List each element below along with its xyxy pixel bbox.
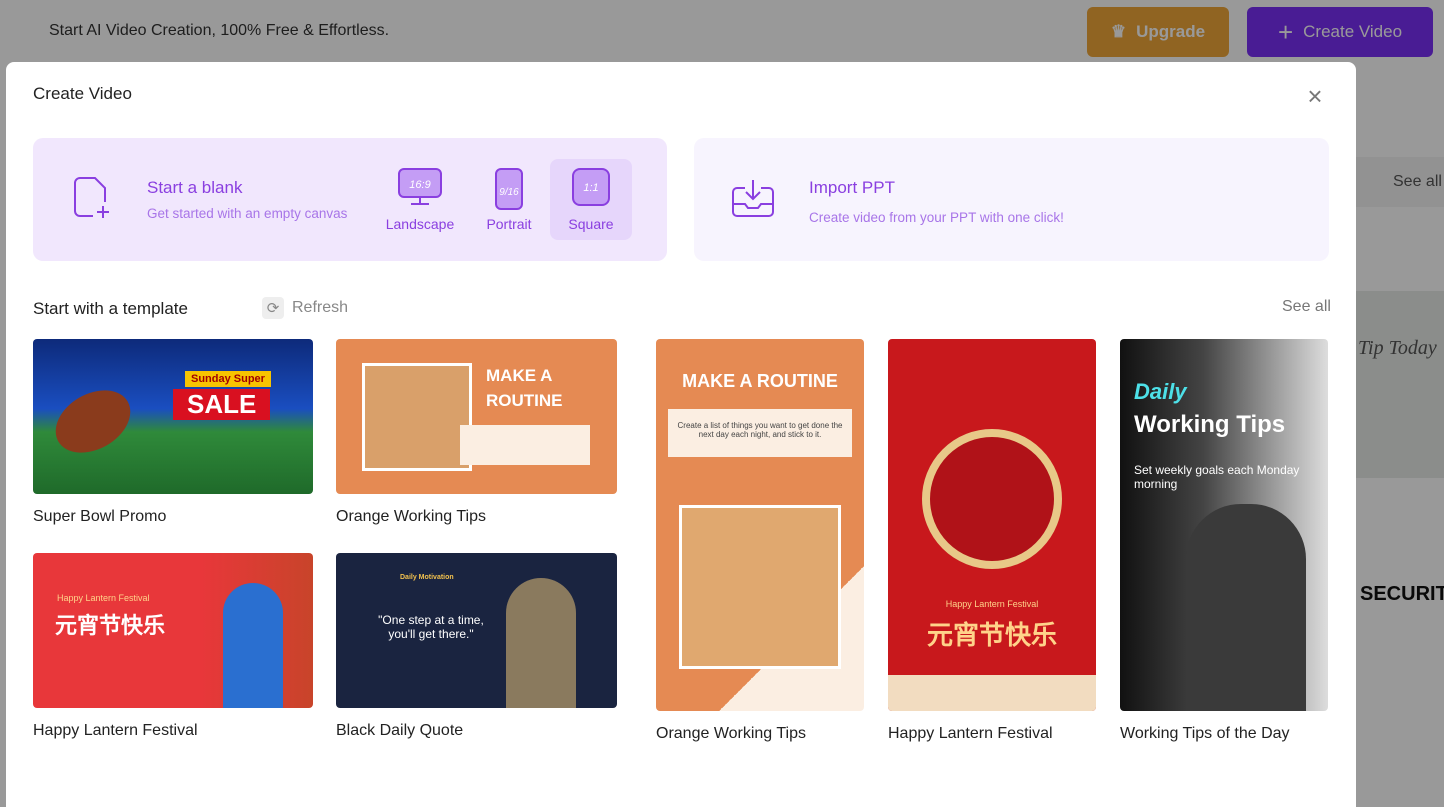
thumb-sub: Create a list of things you want to get … (668, 409, 852, 457)
template-name: Orange Working Tips (336, 508, 486, 525)
template-card[interactable]: Sunday Super SALE Super Bowl Promo (33, 339, 313, 526)
create-video-modal: Create Video × Start a blank Get started… (6, 62, 1356, 807)
template-card[interactable]: Daily Motivation "One step at a time, yo… (336, 553, 617, 740)
svg-text:9/16: 9/16 (499, 187, 519, 198)
template-card[interactable]: Happy Lantern Festival 元宵节快乐 Happy Lante… (33, 553, 313, 740)
template-name: Happy Lantern Festival (33, 722, 198, 739)
ratio-landscape[interactable]: 16:9 Landscape (379, 159, 461, 240)
thumb-sub: Happy Lantern Festival (57, 593, 150, 603)
ratio-square-label: Square (568, 216, 614, 232)
template-name: Working Tips of the Day (1120, 725, 1290, 742)
ratio-portrait-label: Portrait (486, 216, 532, 232)
see-all-link[interactable]: See all (1282, 298, 1331, 316)
svg-text:16:9: 16:9 (409, 179, 430, 191)
thumb-headline: MAKE A ROUTINE (486, 366, 563, 410)
template-name: Happy Lantern Festival (888, 725, 1053, 742)
import-ppt-card[interactable]: Import PPT Create video from your PPT wi… (694, 138, 1329, 261)
svg-text:1:1: 1:1 (583, 182, 598, 194)
thumb-sub: Set weekly goals each Monday morning (1134, 463, 1300, 491)
template-card[interactable]: Daily Working Tips Set weekly goals each… (1120, 339, 1328, 743)
template-thumbnail: Sunday Super SALE (33, 339, 313, 494)
import-ppt-title: Import PPT (809, 178, 895, 197)
close-icon[interactable]: × (1304, 83, 1326, 109)
new-file-icon (74, 177, 109, 218)
thumb-sub: Happy Lantern Festival (945, 599, 1039, 609)
template-thumbnail: Happy Lantern Festival 元宵节快乐 (33, 553, 313, 708)
phone-icon: 9/16 (495, 168, 523, 210)
template-thumbnail: Happy Lantern Festival 元宵节快乐 (888, 339, 1096, 711)
thumb-headline: 元宵节快乐 (926, 620, 1057, 650)
thumb-script: Daily (1134, 379, 1187, 404)
template-thumbnail: MAKE A ROUTINE (336, 339, 617, 494)
thumb-sub: Daily Motivation (400, 574, 454, 581)
ratio-portrait[interactable]: 9/16 Portrait (468, 159, 550, 240)
start-blank-card[interactable]: Start a blank Get started with an empty … (33, 138, 667, 261)
thumb-headline: SALE (173, 389, 271, 420)
templates-heading: Start with a template (33, 299, 188, 318)
refresh-icon: ⟳ (262, 297, 284, 319)
ratio-square[interactable]: 1:1 Square (550, 159, 632, 240)
ratio-landscape-label: Landscape (385, 216, 455, 232)
template-card[interactable]: MAKE A ROUTINE Create a list of things y… (656, 339, 864, 743)
thumb-headline: "One step at a time, you'll get there." (378, 613, 484, 641)
thumb-headline: Working Tips (1134, 411, 1286, 438)
refresh-button[interactable]: ⟳ Refresh (262, 297, 348, 319)
template-thumbnail: Daily Motivation "One step at a time, yo… (336, 553, 617, 708)
import-ppt-subtitle: Create video from your PPT with one clic… (809, 210, 1064, 225)
start-blank-title: Start a blank (147, 178, 243, 197)
import-tray-icon (732, 180, 774, 217)
thumb-sub: Sunday Super (185, 371, 271, 387)
monitor-icon: 16:9 (398, 168, 442, 205)
thumb-headline: 元宵节快乐 (55, 613, 166, 638)
template-card[interactable]: Happy Lantern Festival 元宵节快乐 Happy Lante… (888, 339, 1096, 743)
start-blank-subtitle: Get started with an empty canvas (147, 206, 348, 221)
template-card[interactable]: MAKE A ROUTINE Orange Working Tips (336, 339, 617, 526)
modal-title: Create Video (33, 84, 132, 103)
template-name: Black Daily Quote (336, 722, 464, 739)
thumb-headline: MAKE A ROUTINE (682, 371, 838, 391)
template-name: Orange Working Tips (656, 725, 806, 742)
refresh-label: Refresh (292, 299, 349, 316)
square-icon: 1:1 (572, 168, 610, 206)
template-name: Super Bowl Promo (33, 508, 167, 525)
template-thumbnail: MAKE A ROUTINE Create a list of things y… (656, 339, 864, 711)
template-thumbnail: Daily Working Tips Set weekly goals each… (1120, 339, 1328, 711)
